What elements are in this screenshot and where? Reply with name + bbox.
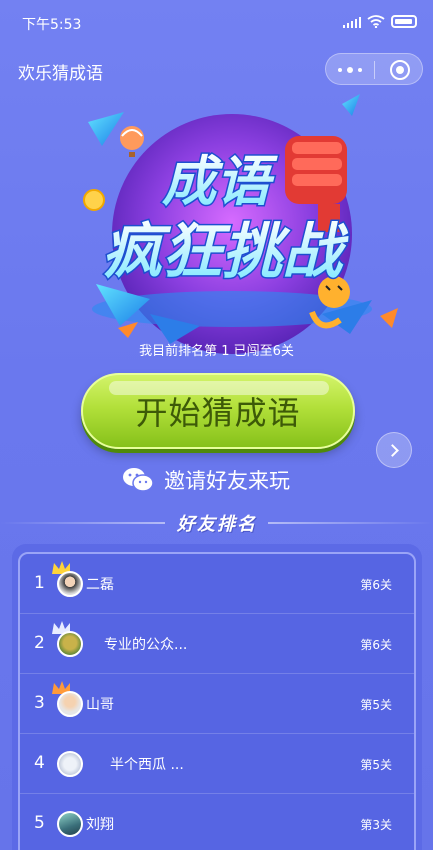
start-game-button[interactable]: 开始猜成语 <box>81 373 355 449</box>
ranking-title: 好友排名 <box>177 514 257 535</box>
invite-friends-button[interactable]: 邀请好友来玩 <box>122 462 290 498</box>
orange-shard <box>380 308 398 328</box>
avatar <box>57 571 83 597</box>
banner-artwork: 成语 疯狂挑战 <box>83 94 398 354</box>
logo-line2: 疯狂挑战 <box>102 218 349 285</box>
coin-icon <box>83 189 105 211</box>
banner: 成语 疯狂挑战 我目前排名第 1 已闯至6关 <box>0 94 433 364</box>
rank-number: 1 <box>34 573 45 593</box>
player-name: 刘翔 <box>86 817 114 833</box>
signal-icon <box>343 16 361 28</box>
invite-friends-label: 邀请好友来玩 <box>164 469 290 493</box>
capsule-divider <box>374 61 375 79</box>
ranking-row[interactable]: 3 山哥 第5关 <box>20 674 414 734</box>
rank-number: 4 <box>34 753 45 773</box>
rank-number: 2 <box>34 633 45 653</box>
chevron-right-icon <box>386 443 399 457</box>
player-name: 二磊 <box>86 577 114 593</box>
player-level: 第5关 <box>360 758 392 772</box>
player-level: 第6关 <box>360 578 392 592</box>
wechat-icon <box>123 468 154 492</box>
start-game-label: 开始猜成语 <box>135 394 301 432</box>
status-icons <box>343 15 417 28</box>
rank-number: 3 <box>34 693 45 713</box>
player-level: 第3关 <box>360 818 392 832</box>
status-bar: 下午5:53 <box>0 0 433 44</box>
player-level: 第6关 <box>360 638 392 652</box>
player-name: 半个西瓜 ... <box>110 757 184 773</box>
player-name: 专业的公众... <box>104 637 188 653</box>
close-miniprogram-icon[interactable] <box>390 60 410 80</box>
ranking-row[interactable]: 1 二磊 第6关 <box>20 554 414 614</box>
shard-shape <box>342 94 360 116</box>
my-rank-text: 我目前排名第 1 已闯至6关 <box>139 344 294 359</box>
ranking-list[interactable]: 1 二磊 第6关 2 专业的公众... 第6关 3 山哥 第5关 4 半个西瓜 … <box>18 552 416 850</box>
ranking-header: 好友排名 <box>0 508 433 536</box>
app-screen: 下午5:53 欢乐猜成语 成语 疯狂挑战 我目前排名第 1 已闯至6关 开始猜成… <box>0 0 433 850</box>
status-time: 下午5:53 <box>22 17 82 33</box>
next-page-button[interactable] <box>376 432 412 468</box>
app-title: 欢乐猜成语 <box>18 64 103 84</box>
player-level: 第5关 <box>360 698 392 712</box>
avatar <box>57 691 83 717</box>
ranking-row[interactable]: 5 刘翔 第3关 <box>20 794 414 850</box>
title-bar: 欢乐猜成语 <box>0 44 433 94</box>
logo-line1: 成语 <box>162 152 278 212</box>
miniprogram-capsule <box>325 53 423 85</box>
player-name: 山哥 <box>86 697 114 713</box>
wifi-icon <box>367 15 385 28</box>
balloon-icon <box>120 126 144 157</box>
avatar <box>57 811 83 837</box>
battery-icon <box>391 15 417 28</box>
divider-line <box>268 522 433 524</box>
more-icon[interactable] <box>338 67 362 73</box>
shard-shape <box>88 112 124 146</box>
avatar <box>57 751 83 777</box>
ranking-row[interactable]: 4 半个西瓜 ... 第5关 <box>20 734 414 794</box>
divider-line <box>0 522 165 524</box>
avatar <box>57 631 83 657</box>
rank-number: 5 <box>34 813 45 833</box>
ranking-row[interactable]: 2 专业的公众... 第6关 <box>20 614 414 674</box>
